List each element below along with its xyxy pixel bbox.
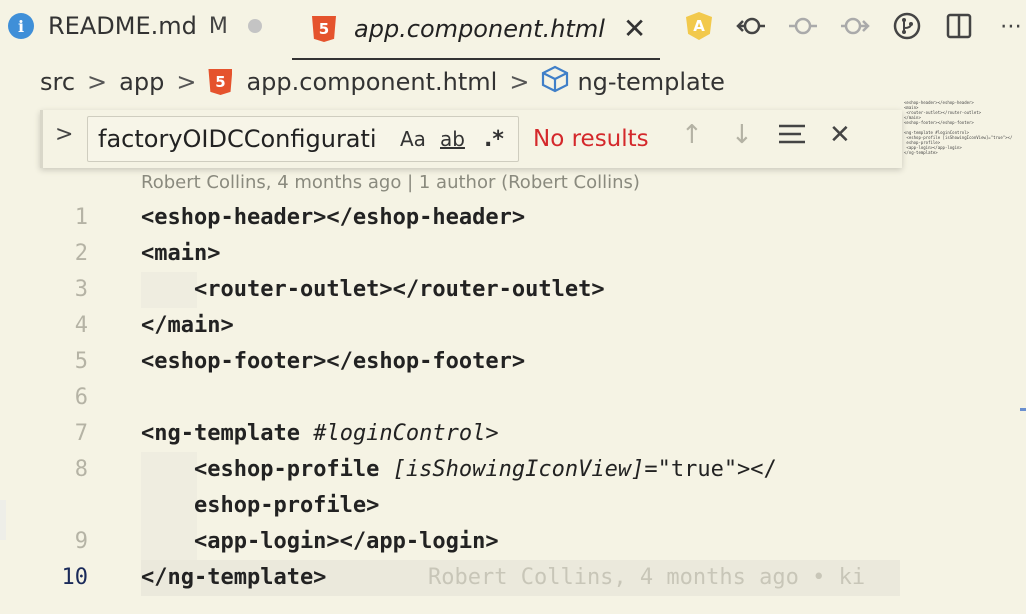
- line-number: 5: [74, 349, 88, 374]
- line-number: 1: [74, 205, 88, 230]
- close-tab-icon[interactable]: ✕: [623, 15, 646, 43]
- line-number: 9: [74, 529, 88, 554]
- chevron-right-icon: >: [509, 68, 530, 96]
- code-line: 3 <router-outlet></router-outlet>: [0, 272, 900, 308]
- line-number: 6: [74, 385, 88, 410]
- info-icon: i: [8, 13, 34, 39]
- code-text: </main>: [141, 313, 234, 338]
- code-line: 9 <app-login></app-login>: [0, 524, 900, 560]
- code-text: <eshop-footer></eshop-footer>: [141, 349, 526, 374]
- close-find-icon[interactable]: ✕: [829, 120, 851, 150]
- previous-match-arrow-up-icon[interactable]: ↑: [681, 120, 703, 150]
- code-line: 6: [0, 380, 900, 416]
- breadcrumb: src > app > 5 app.component.html > ng-te…: [40, 64, 725, 100]
- match-case-toggle[interactable]: Aa: [400, 127, 426, 151]
- minimap[interactable]: <eshop-header></eshop-header> <main> <rou…: [904, 100, 1026, 160]
- line-number: 8: [74, 457, 88, 482]
- angular-icon[interactable]: A: [684, 8, 714, 44]
- tab-label: README.md: [48, 12, 197, 40]
- tab-app-component[interactable]: 5 app.component.html ✕: [292, 0, 660, 60]
- chevron-right-icon: >: [87, 68, 108, 96]
- tab-bar: i README.md M 5 app.component.html ✕ A ⋯: [0, 0, 1026, 60]
- edge-shadow: [0, 500, 6, 540]
- code-text: <router-outlet></router-outlet>: [141, 277, 605, 302]
- code-text: <ng-template #loginControl>: [141, 421, 499, 446]
- line-number: 7: [74, 421, 88, 446]
- html5-file-icon: 5: [208, 69, 233, 95]
- code-text: <app-login></app-login>: [141, 529, 499, 554]
- breadcrumb-symbol[interactable]: ng-template: [577, 68, 724, 96]
- find-input-box: Aa ab .*: [87, 116, 519, 162]
- code-line-current: 10 </ng-template> Robert Collins, 4 mont…: [62, 560, 900, 596]
- modified-indicator: M: [208, 13, 228, 39]
- use-regex-toggle[interactable]: .*: [484, 127, 504, 152]
- code-text: </ng-template>: [141, 565, 327, 590]
- line-number-active: 10: [61, 565, 89, 590]
- breadcrumb-app[interactable]: app: [119, 68, 164, 96]
- more-actions-icon[interactable]: ⋯: [996, 8, 1026, 44]
- line-number: 2: [74, 241, 88, 266]
- code-line: eshop-profile>: [0, 488, 900, 524]
- cube-symbol-icon: [541, 65, 569, 99]
- git-commit-back-icon[interactable]: [736, 8, 766, 44]
- inline-blame-annotation[interactable]: Robert Collins, 4 months ago • ki: [428, 560, 900, 596]
- unsaved-dot-icon[interactable]: [247, 19, 262, 33]
- breadcrumb-src[interactable]: src: [40, 68, 75, 96]
- find-input[interactable]: [98, 123, 394, 155]
- codelens-blame-header[interactable]: Robert Collins, 4 months ago | 1 author …: [141, 172, 640, 193]
- code-line: 2 <main>: [0, 236, 900, 272]
- code-line: 1 <eshop-header></eshop-header>: [0, 200, 900, 236]
- tab-label: app.component.html: [354, 15, 605, 43]
- breadcrumb-file[interactable]: app.component.html: [246, 68, 497, 96]
- code-line: 5 <eshop-footer></eshop-footer>: [0, 344, 900, 380]
- line-number: 3: [74, 277, 88, 302]
- scrollbar-marker[interactable]: [1020, 408, 1026, 411]
- code-text-wrapped: eshop-profile>: [141, 493, 380, 518]
- find-widget: > Aa ab .* No results ↑ ↓ ✕: [40, 110, 902, 168]
- minimap-content: <eshop-header></eshop-header> <main> <rou…: [904, 100, 1013, 155]
- find-in-selection-icon[interactable]: [777, 120, 807, 155]
- code-text: <main>: [141, 241, 221, 266]
- toggle-replace-chevron-icon[interactable]: >: [55, 122, 73, 147]
- chevron-right-icon: >: [176, 68, 197, 96]
- split-editor-icon[interactable]: [944, 8, 974, 44]
- code-editor[interactable]: 1 <eshop-header></eshop-header> 2 <main>…: [0, 200, 900, 596]
- git-commit-forward-icon[interactable]: [840, 8, 870, 44]
- code-text: <eshop-header></eshop-header>: [141, 205, 526, 230]
- tab-readme[interactable]: i README.md M: [8, 0, 278, 52]
- git-compare-icon[interactable]: [892, 8, 922, 44]
- next-match-arrow-down-icon[interactable]: ↓: [731, 120, 753, 150]
- code-line: 8 <eshop-profile [isShowingIconView]="tr…: [0, 452, 900, 488]
- html5-file-icon: 5: [312, 16, 336, 42]
- find-result-status: No results: [533, 126, 649, 152]
- git-commit-icon[interactable]: [788, 8, 818, 44]
- line-number: 4: [74, 313, 88, 338]
- code-line: 4 </main>: [0, 308, 900, 344]
- code-text: <eshop-profile [isShowingIconView]="true…: [193, 457, 777, 482]
- editor-toolbar: A ⋯: [684, 8, 1026, 44]
- code-line: 7 <ng-template #loginControl>: [0, 416, 900, 452]
- match-whole-word-toggle[interactable]: ab: [440, 127, 465, 151]
